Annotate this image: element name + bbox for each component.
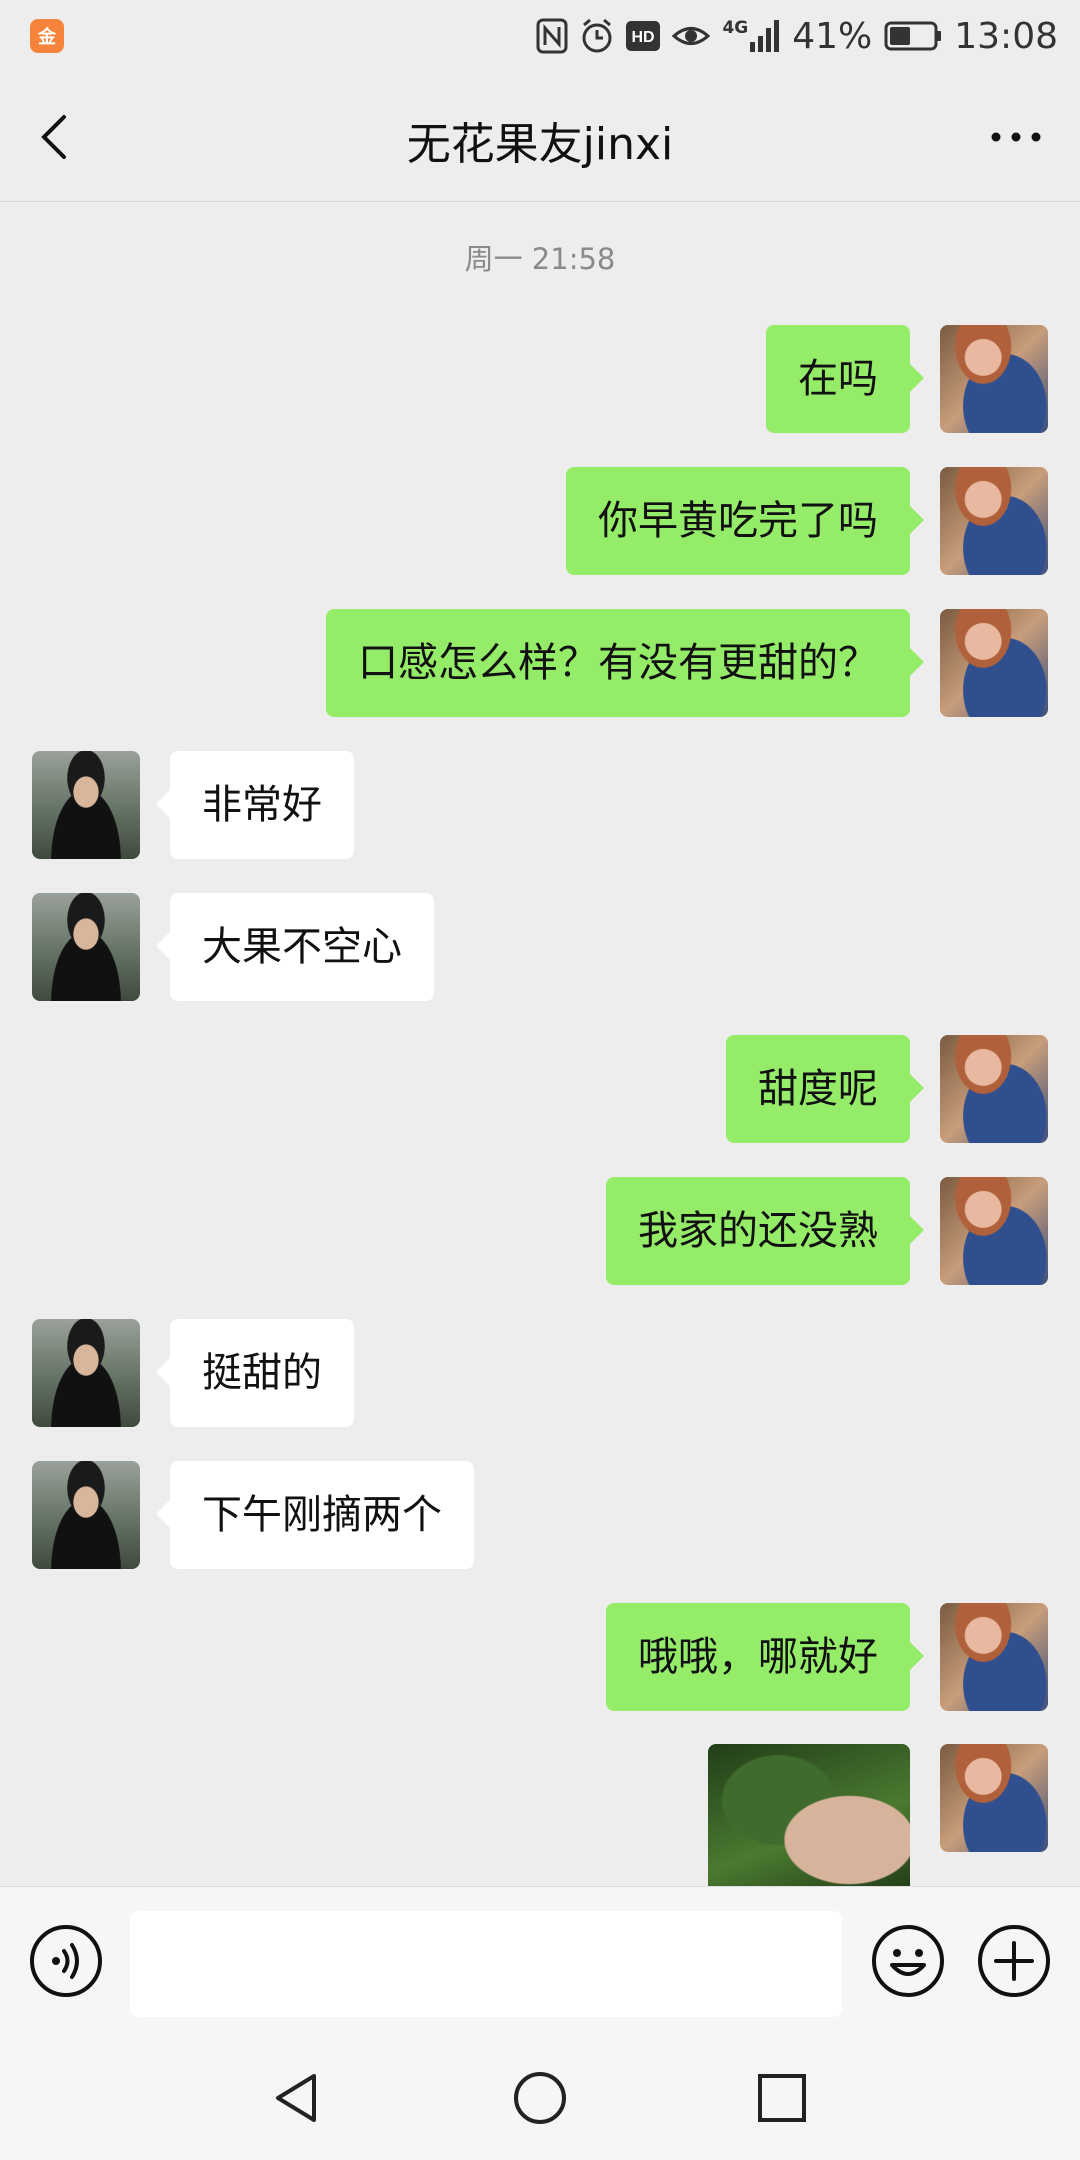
avatar-self[interactable]: [940, 325, 1048, 433]
message-bubble[interactable]: 在吗: [766, 325, 924, 433]
nfc-icon: [536, 18, 568, 54]
voice-button[interactable]: [28, 1923, 104, 1999]
app-notification-icon: 金: [30, 19, 64, 53]
nav-back-button[interactable]: [270, 2070, 326, 2126]
network-type: 4G: [722, 18, 749, 38]
plus-icon: [978, 1925, 1050, 1997]
emoji-button[interactable]: [870, 1923, 946, 1999]
avatar-self[interactable]: [940, 1035, 1048, 1143]
message-received: 非常好: [0, 751, 1080, 861]
message-sent: 甜度呢: [0, 1035, 1080, 1145]
message-received: 大果不空心: [0, 893, 1080, 1003]
image-message[interactable]: [708, 1744, 910, 1886]
avatar-self[interactable]: [940, 1603, 1048, 1711]
nav-recent-icon: [758, 2074, 806, 2122]
more-actions-button[interactable]: [976, 1923, 1052, 1999]
alarm-icon: [582, 18, 612, 53]
system-nav-bar: [0, 2036, 1080, 2160]
hd-icon: HD: [626, 21, 661, 51]
chat-area[interactable]: 周一 21:58 在吗 你早黄吃完了吗 口感怎么样？有没有更甜的？ 非常好 大果…: [0, 203, 1080, 1886]
eye-icon: [672, 27, 711, 45]
back-button[interactable]: [30, 107, 80, 167]
message-sent: 哦哦，哪就好: [0, 1603, 1080, 1713]
more-button[interactable]: [986, 117, 1046, 157]
input-bar: [0, 1886, 1080, 2036]
message-bubble[interactable]: 我家的还没熟: [606, 1177, 924, 1285]
battery-icon: [884, 21, 942, 51]
voice-icon: [30, 1925, 102, 1997]
nav-home-button[interactable]: [512, 2070, 568, 2126]
chat-title: 无花果友jinxi: [406, 119, 674, 170]
avatar-contact[interactable]: [32, 1319, 140, 1427]
message-bubble[interactable]: 大果不空心: [156, 893, 434, 1001]
avatar-self[interactable]: [940, 1177, 1048, 1285]
nav-back-icon: [276, 2074, 316, 2122]
svg-text:HD: HD: [632, 29, 655, 46]
chevron-left-icon: [41, 115, 66, 159]
message-received: 下午刚摘两个: [0, 1461, 1080, 1571]
avatar-contact[interactable]: [32, 1461, 140, 1569]
message-bubble[interactable]: 下午刚摘两个: [156, 1461, 474, 1569]
app-notification-icon-label: 金: [38, 27, 56, 48]
avatar-self[interactable]: [940, 1744, 1048, 1852]
status-time: 13:08: [954, 15, 1058, 57]
message-sent: 口感怎么样？有没有更甜的？: [0, 609, 1080, 719]
message-bubble[interactable]: 挺甜的: [156, 1319, 354, 1427]
message-bubble[interactable]: 你早黄吃完了吗: [566, 467, 924, 575]
message-sent: 在吗: [0, 325, 1080, 435]
message-bubble[interactable]: 甜度呢: [726, 1035, 924, 1143]
emoji-icon: [872, 1925, 944, 1997]
battery-percent: 41%: [792, 15, 873, 57]
avatar-self[interactable]: [940, 609, 1048, 717]
chat-header: 无花果友jinxi: [0, 72, 1080, 202]
message-sent: 我家的还没熟: [0, 1177, 1080, 1287]
message-input[interactable]: [130, 1911, 842, 2017]
message-bubble[interactable]: 口感怎么样？有没有更甜的？: [326, 609, 924, 717]
status-icons: HD 4G 41% 13:08: [536, 10, 1058, 62]
message-bubble[interactable]: 非常好: [156, 751, 354, 859]
message-received: 挺甜的: [0, 1319, 1080, 1429]
chat-timestamp: 周一 21:58: [464, 242, 616, 276]
message-sent-image: [0, 1744, 1080, 1854]
avatar-self[interactable]: [940, 467, 1048, 575]
message-sent: 你早黄吃完了吗: [0, 467, 1080, 577]
nav-home-icon: [514, 2072, 566, 2124]
signal-icon: [750, 20, 780, 52]
signal-group: 4G: [722, 20, 780, 52]
status-bar: 金 HD 4G 41% 13:08: [0, 0, 1080, 72]
avatar-contact[interactable]: [32, 893, 140, 1001]
nav-recent-button[interactable]: [754, 2070, 810, 2126]
message-bubble[interactable]: 哦哦，哪就好: [606, 1603, 924, 1711]
avatar-contact[interactable]: [32, 751, 140, 859]
more-dots-icon: [991, 132, 1041, 142]
